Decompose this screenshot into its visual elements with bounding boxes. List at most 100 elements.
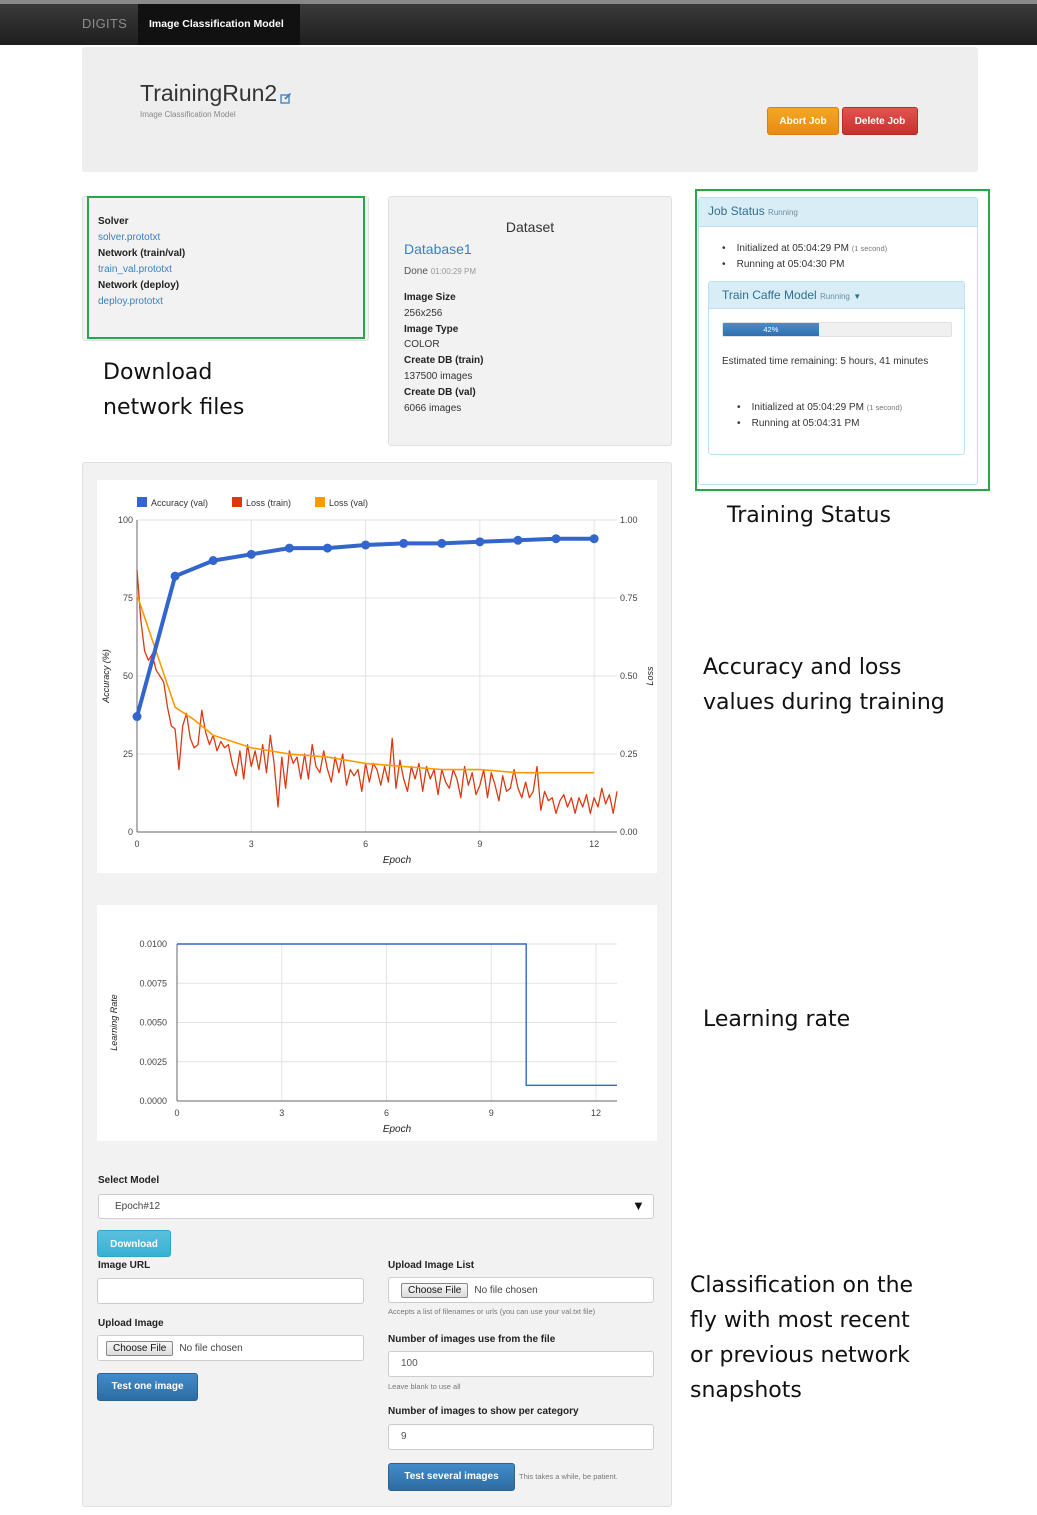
nav-item-image-classification-model[interactable]: Image Classification Model	[138, 4, 300, 45]
dataset-done-time: 01:00:29 PM	[430, 267, 477, 276]
y-tick-label: 0.0050	[139, 1018, 167, 1028]
per-category-input[interactable]: 9	[388, 1424, 654, 1450]
task-item-running: • Running at 05:04:31 PM	[737, 418, 860, 429]
model-select[interactable]: Epoch#12	[98, 1194, 654, 1219]
select-model-label: Select Model	[98, 1175, 160, 1186]
test-several-help: This takes a while, be patient.	[519, 1472, 618, 1481]
upload-image-field: Choose File No file chosen	[97, 1335, 364, 1361]
choose-list-file-button[interactable]: Choose File	[401, 1283, 469, 1298]
image-type-label: Image Type	[404, 323, 459, 335]
solver-label: Solver	[98, 216, 129, 227]
job-status-heading: Job Status Running	[699, 198, 977, 227]
accuracy-point	[551, 534, 561, 544]
page-title: TrainingRun2	[140, 80, 278, 106]
deploy-link[interactable]: deploy.prototxt	[98, 294, 185, 310]
time-remaining: Estimated time remaining: 5 hours, 41 mi…	[722, 356, 929, 367]
annotation-accuracy-loss: Accuracy and loss values during training	[703, 655, 945, 715]
num-images-label: Number of images use from the file	[388, 1334, 556, 1345]
accuracy-point	[513, 535, 523, 545]
dropdown-arrow-icon[interactable]: ▼	[632, 1198, 645, 1213]
x-tick-label: 0	[134, 839, 139, 849]
edit-icon[interactable]	[280, 92, 292, 104]
x-tick-label: 9	[477, 839, 482, 849]
y2-tick-label: 0.50	[620, 671, 638, 681]
brand-link[interactable]: DIGITS	[82, 16, 127, 31]
image-url-label: Image URL	[98, 1260, 151, 1271]
dataset-title: Dataset	[505, 219, 555, 235]
accuracy-point	[132, 712, 142, 722]
list-help-text: Accepts a list of filenames or urls (you…	[388, 1307, 596, 1316]
y-tick-label: 25	[123, 749, 133, 759]
accuracy-point	[475, 537, 485, 547]
create-train-label: Create DB (train)	[404, 355, 484, 367]
dataset-link[interactable]: Database1	[404, 241, 472, 257]
test-several-images-button[interactable]: Test several images	[388, 1463, 515, 1491]
choose-file-button[interactable]: Choose File	[106, 1341, 174, 1356]
job-status-title: Job Status	[708, 204, 765, 218]
trainval-link[interactable]: train_val.prototxt	[98, 262, 185, 278]
create-val-label: Create DB (val)	[404, 386, 476, 398]
x-tick-label: 6	[363, 839, 368, 849]
x-axis-title: Epoch	[383, 855, 412, 866]
x-tick-label: 3	[279, 1108, 284, 1118]
status-item-initialized: • Initialized at 05:04:29 PM (1 second)	[722, 243, 888, 254]
delete-job-button[interactable]: Delete Job	[842, 107, 918, 135]
x-tick-label: 6	[384, 1108, 389, 1118]
y2-tick-label: 1.00	[620, 515, 638, 525]
test-one-image-button[interactable]: Test one image	[97, 1373, 198, 1401]
legend-swatch	[232, 497, 242, 507]
x-tick-label: 0	[174, 1108, 179, 1118]
dataset-done: Done 01:00:29 PM	[404, 266, 476, 277]
x-tick-label: 3	[249, 839, 254, 849]
upload-list-field: Choose File No file chosen	[388, 1277, 654, 1303]
y-axis-title: Accuracy (%)	[101, 649, 111, 704]
trainval-label: Network (train/val)	[98, 248, 186, 259]
y2-tick-label: 0.00	[620, 827, 638, 837]
create-train-value: 137500 images	[404, 370, 473, 382]
num-images-help: Leave blank to use all	[388, 1382, 461, 1391]
train-task-heading[interactable]: Train Caffe Model Running ▼	[709, 282, 964, 309]
dataset-done-label: Done	[404, 266, 428, 277]
upload-image-label: Upload Image	[98, 1318, 164, 1329]
y-tick-label: 0.0075	[139, 978, 167, 988]
create-val-value: 6066 images	[404, 402, 462, 414]
learning-rate-chart: 0.0000 0.0025 0.0050 0.0075 0.0100 0 3 6 9 12 Epoc…	[109, 939, 617, 1135]
dataset-details: Image Size 256x256 Image Type COLOR Crea…	[404, 290, 483, 416]
status-item-running: • Running at 05:04:30 PM	[722, 259, 845, 270]
solver-link[interactable]: solver.prototxt	[98, 230, 185, 246]
image-url-input[interactable]	[97, 1278, 364, 1304]
x-axis-title: Epoch	[383, 1124, 412, 1135]
job-subtitle: Image Classification Model	[140, 110, 236, 119]
y-tick-label: 0	[128, 827, 133, 837]
accuracy-point	[208, 556, 218, 566]
accuracy-point	[170, 571, 180, 581]
y2-tick-label: 0.75	[620, 593, 638, 603]
learning-rate-line	[177, 943, 617, 1087]
y-tick-label: 75	[123, 593, 133, 603]
deploy-label: Network (deploy)	[98, 280, 180, 291]
num-images-input[interactable]: 100	[388, 1351, 654, 1377]
job-status-list: • Initialized at 05:04:29 PM (1 second) …	[722, 241, 887, 273]
accuracy-point	[246, 549, 256, 559]
annotation-learning-rate: Learning rate	[703, 1007, 851, 1032]
no-list-file-text: No file chosen	[474, 1285, 538, 1296]
train-task-status-list: • Initialized at 05:04:29 PM (1 second) …	[737, 400, 902, 432]
y-tick-label: 50	[123, 671, 133, 681]
training-progress: 42%	[722, 322, 952, 337]
accuracy-loss-chart-card: 0 25 50 75 100 0.00 0.25 0.50 0.75 1.00 0 3 6 9 12 Epoc…	[97, 480, 657, 873]
accuracy-loss-chart: 0 25 50 75 100 0.00 0.25 0.50 0.75 1.00 0 3 6 9 12 Epoc…	[101, 497, 655, 866]
chart-legend: Accuracy (val) Loss (train) Loss (val)	[137, 497, 368, 508]
abort-job-button[interactable]: Abort Job	[767, 107, 839, 135]
download-model-button[interactable]: Download	[97, 1230, 171, 1257]
upload-list-label: Upload Image List	[388, 1260, 475, 1271]
series-line-loss-train-	[136, 569, 618, 814]
legend-swatch	[137, 497, 147, 507]
y-tick-label: 0.0000	[139, 1096, 167, 1106]
accuracy-point	[322, 543, 332, 553]
y-axis-title: Learning Rate	[109, 994, 119, 1051]
progress-bar-fill: 42%	[723, 323, 819, 336]
accuracy-point	[284, 543, 294, 553]
x-tick-label: 12	[589, 839, 599, 849]
job-status-state: Running	[768, 208, 798, 217]
legend-label: Loss (val)	[329, 498, 368, 508]
